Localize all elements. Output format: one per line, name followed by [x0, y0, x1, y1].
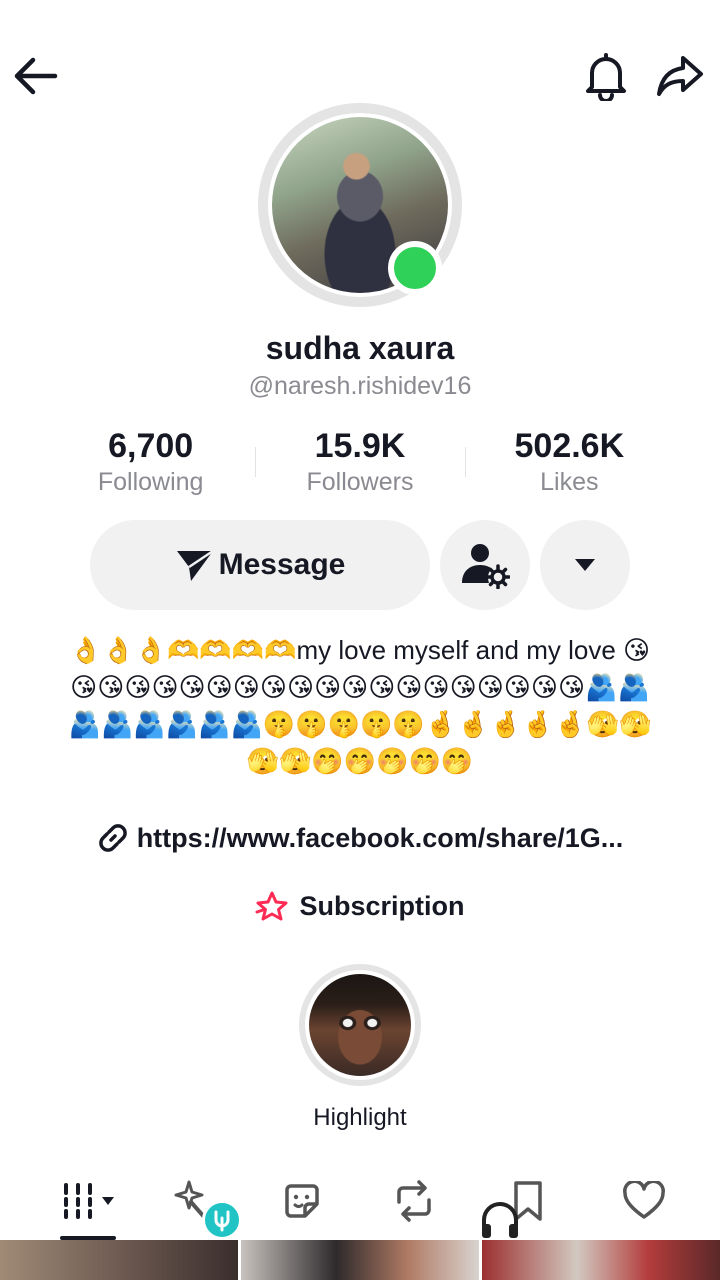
stat-following[interactable]: 6,700 Following: [46, 425, 255, 505]
stat-followers[interactable]: 15.9K Followers: [255, 425, 464, 505]
bio-link-text: https://www.facebook.com/share/1G...: [136, 822, 624, 853]
display-name: sudha xaura: [265, 330, 455, 366]
link-icon: [98, 824, 127, 852]
stat-likes[interactable]: 502.6K Likes: [464, 425, 674, 505]
share-arrow-icon: [657, 56, 703, 96]
message-label: Message: [218, 548, 346, 581]
grid-icon: [64, 1183, 114, 1219]
followers-count: 15.9K: [314, 427, 406, 465]
likes-count: 502.6K: [514, 427, 625, 465]
share-button[interactable]: [652, 48, 708, 104]
message-button[interactable]: Message: [90, 520, 430, 610]
following-label: Following: [97, 468, 204, 496]
video-grid: [0, 1240, 720, 1280]
arrow-left-icon: [14, 57, 58, 95]
highlight-ring: [299, 964, 421, 1086]
user-gear-icon: [462, 544, 510, 589]
back-button[interactable]: [10, 50, 62, 102]
badge-glyph-icon: [214, 1210, 230, 1232]
tab-liked[interactable]: [612, 1166, 676, 1236]
repost-icon: [397, 1180, 431, 1222]
video-thumbnail[interactable]: [482, 1240, 720, 1280]
caret-down-icon: [575, 559, 595, 571]
tab-reposts[interactable]: [384, 1166, 444, 1236]
subscription-button[interactable]: Subscription: [0, 890, 720, 922]
profile-stats: 6,700 Following 15.9K Followers 502.6K L…: [46, 425, 674, 505]
tab-videos[interactable]: [50, 1166, 126, 1236]
send-icon: [176, 549, 214, 581]
video-thumbnail[interactable]: [0, 1240, 238, 1280]
story-highlight[interactable]: Highlight: [299, 964, 421, 1131]
content-tabs: [0, 1166, 720, 1240]
online-status-dot: [388, 241, 442, 295]
video-thumbnail[interactable]: [241, 1240, 479, 1280]
following-count: 6,700: [108, 427, 194, 465]
sticker-icon: [285, 1184, 319, 1218]
username: @naresh.rishidev16: [248, 372, 472, 400]
highlight-frame: [305, 970, 415, 1080]
more-options-button[interactable]: [540, 520, 630, 610]
likes-label: Likes: [540, 468, 599, 496]
profile-actions: Message: [90, 520, 630, 610]
friend-settings-button[interactable]: [440, 520, 530, 610]
heart-icon: [623, 1181, 665, 1219]
highlight-image: [309, 974, 411, 1076]
highlight-label: Highlight: [313, 1104, 407, 1131]
followers-label: Followers: [306, 468, 414, 496]
bio-link[interactable]: https://www.facebook.com/share/1G...: [0, 822, 720, 854]
floating-app-badge-icon[interactable]: [202, 1200, 242, 1240]
headphones-icon[interactable]: [478, 1198, 522, 1242]
notification-button[interactable]: [580, 48, 632, 104]
bell-icon: [586, 53, 626, 101]
star-icon: [255, 891, 288, 921]
tab-stickers[interactable]: [272, 1166, 332, 1236]
subscription-label: Subscription: [299, 890, 465, 921]
profile-bio: 👌👌👌🫶🫶🫶🫶my love myself and my love 😘😘😘😘😘😘…: [68, 635, 652, 776]
